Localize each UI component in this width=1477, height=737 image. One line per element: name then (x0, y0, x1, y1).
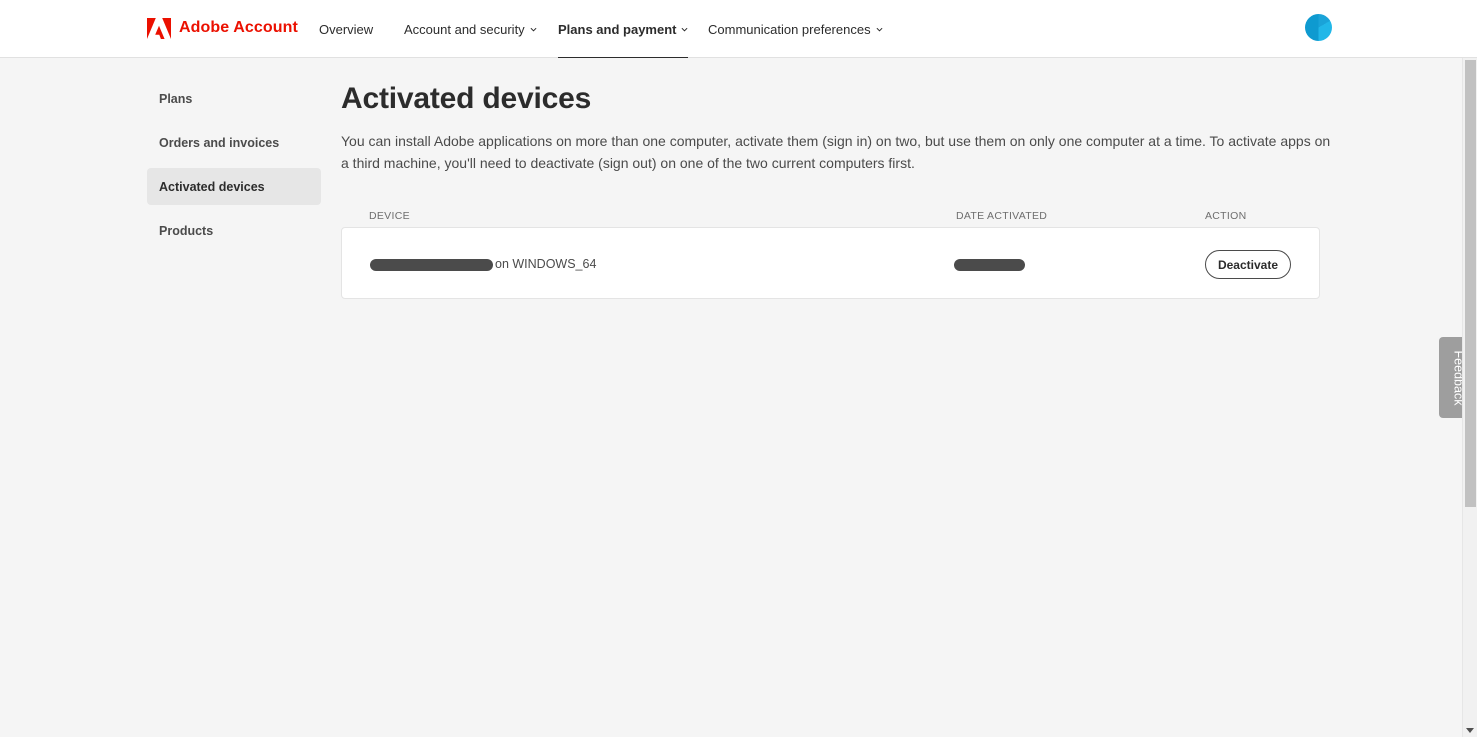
brand-name: Adobe Account (179, 19, 298, 36)
nav-label: Account and security (404, 21, 525, 37)
scroll-down-arrow-icon[interactable] (1466, 728, 1474, 733)
device-row: on WINDOWS_64 Deactivate (341, 227, 1320, 299)
redacted-device-name (370, 259, 493, 271)
nav-plans-and-payment[interactable]: Plans and payment (558, 0, 689, 58)
nav-communication-preferences[interactable]: Communication preferences (708, 0, 883, 58)
chevron-down-icon (530, 27, 537, 32)
chevron-down-icon (876, 27, 883, 32)
adobe-logo-icon (147, 17, 171, 39)
sidebar-item-activated-devices[interactable]: Activated devices (147, 168, 321, 205)
sidebar-item-orders-and-invoices[interactable]: Orders and invoices (147, 124, 321, 161)
sidebar-item-label: Products (159, 223, 214, 238)
nav-account-and-security[interactable]: Account and security (404, 0, 537, 58)
column-header-date-activated: DATE ACTIVATED (956, 210, 1048, 222)
column-header-action: ACTION (1205, 210, 1247, 222)
nav-label: Overview (319, 21, 374, 37)
deactivate-button[interactable]: Deactivate (1205, 250, 1291, 279)
chevron-down-icon (681, 27, 688, 32)
device-os: on WINDOWS_64 (495, 257, 597, 271)
sidebar-item-label: Activated devices (159, 179, 265, 194)
sidebar-item-label: Orders and invoices (159, 135, 280, 150)
adobe-account-logo[interactable]: Adobe Account (147, 17, 298, 39)
page-scrollbar[interactable] (1462, 58, 1477, 737)
redacted-date (954, 259, 1025, 271)
intro-text: You can install Adobe applications on mo… (341, 133, 1331, 171)
avatar[interactable] (1305, 14, 1332, 41)
nav-overview[interactable]: Overview (319, 0, 373, 58)
top-navigation-bar: Adobe Account Overview Account and secur… (0, 0, 1477, 58)
nav-label: Communication preferences (708, 21, 871, 37)
page-title: Activated devices (341, 82, 592, 115)
column-header-device: DEVICE (369, 210, 410, 222)
sidebar-item-label: Plans (159, 91, 193, 106)
nav-label: Plans and payment (558, 21, 677, 37)
scrollbar-thumb[interactable] (1465, 60, 1476, 507)
sidebar-item-plans[interactable]: Plans (147, 80, 321, 117)
sidebar-item-products[interactable]: Products (147, 212, 321, 249)
